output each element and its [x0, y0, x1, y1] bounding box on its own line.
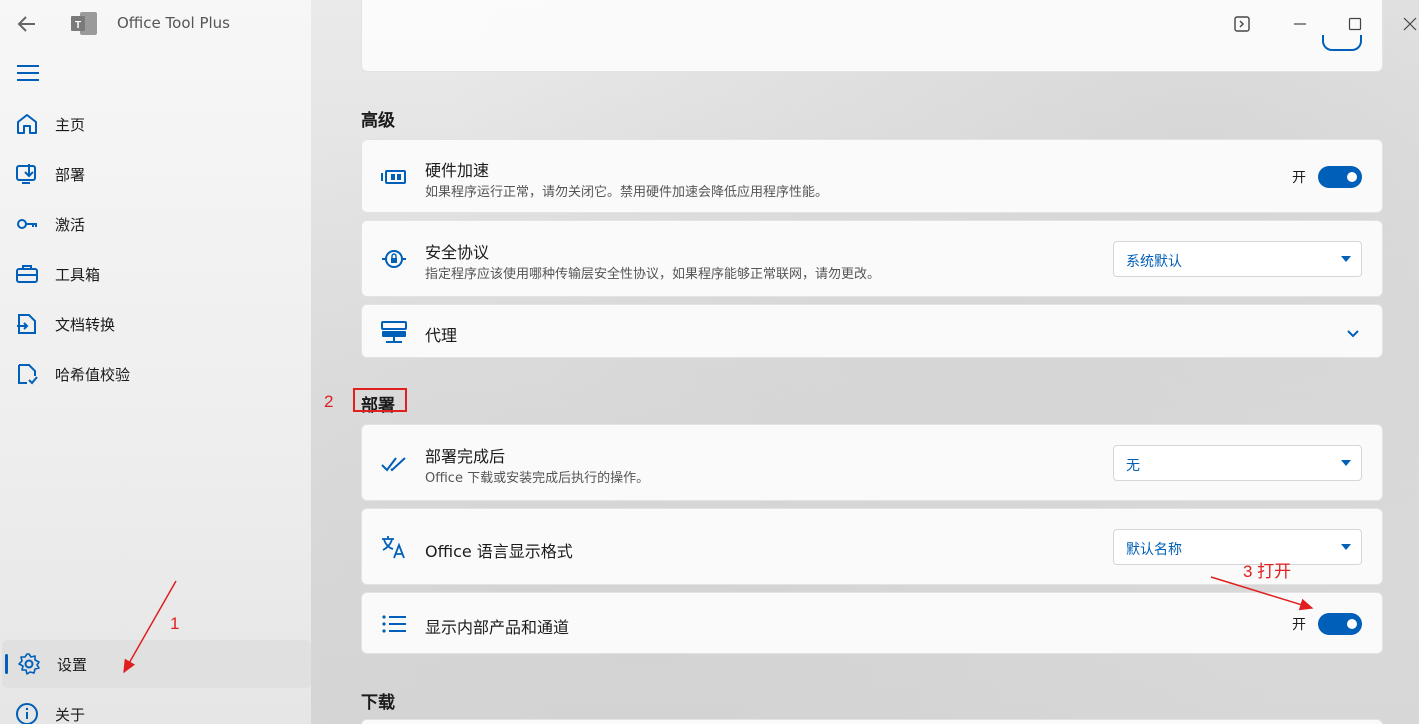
toolbox-icon [14, 261, 40, 287]
lock-shield-icon [380, 245, 408, 273]
home-icon [14, 111, 40, 137]
select-value: 系统默认 [1126, 254, 1182, 270]
card-title: 代理 [425, 326, 458, 345]
terminal-icon[interactable] [1230, 12, 1254, 36]
title-bar: T Office Tool Plus [0, 0, 1419, 48]
section-heading-download: 下载 [361, 693, 395, 713]
key-icon [14, 211, 40, 237]
section-heading-advanced: 高级 [361, 111, 395, 131]
doc-convert-icon [14, 311, 40, 337]
dropdown-arrow-icon [1341, 544, 1351, 550]
info-icon [14, 701, 40, 724]
annotation-highlight-box [353, 388, 407, 412]
partial-bottom-card [361, 719, 1383, 724]
toggle-state-label: 开 [1292, 617, 1306, 633]
svg-text:T: T [75, 20, 81, 31]
nav-item-doc-convert[interactable]: 文档转换 [0, 300, 311, 348]
dropdown-arrow-icon [1341, 256, 1351, 262]
gear-icon [16, 651, 42, 677]
nav-label: 激活 [55, 215, 86, 234]
card-proxy[interactable]: 代理 [361, 304, 1383, 358]
card-title: 显示内部产品和通道 [425, 618, 570, 637]
after-deploy-select[interactable]: 无 [1113, 445, 1362, 481]
nav-label: 文档转换 [55, 315, 116, 334]
annotation-number-3: 3 打开 [1243, 562, 1292, 581]
annotation-number-2: 2 [324, 392, 334, 411]
hamburger-menu-icon[interactable] [16, 62, 40, 84]
hardware-chip-icon [380, 163, 408, 191]
card-after-deploy: 部署完成后 Office 下载或安装完成后执行的操作。 无 [361, 424, 1383, 501]
nav-item-hash-check[interactable]: 哈希值校验 [0, 350, 311, 398]
app-logo-icon: T [70, 11, 98, 37]
security-protocol-select[interactable]: 系统默认 [1113, 241, 1362, 277]
select-value: 无 [1126, 458, 1140, 474]
card-description: 如果程序运行正常，请勿关闭它。禁用硬件加速会降低应用程序性能。 [425, 185, 829, 200]
internal-products-toggle[interactable] [1318, 613, 1362, 635]
nav-label: 工具箱 [55, 265, 101, 284]
nav-label: 部署 [55, 165, 86, 184]
nav-item-toolbox[interactable]: 工具箱 [0, 250, 311, 298]
minimize-icon[interactable] [1288, 12, 1312, 36]
card-security-protocol: 安全协议 指定程序应该使用哪种传输层安全性协议，如果程序能够正常联网，请勿更改。… [361, 220, 1383, 297]
nav-item-deploy[interactable]: 部署 [0, 150, 311, 198]
card-language-format: Office 语言显示格式 默认名称 [361, 508, 1383, 585]
translate-icon [380, 533, 408, 561]
nav-label: 哈希值校验 [55, 365, 131, 384]
chevron-down-icon[interactable] [1346, 324, 1360, 343]
maximize-icon[interactable] [1343, 12, 1367, 36]
card-description: 指定程序应该使用哪种传输层安全性协议，如果程序能够正常联网，请勿更改。 [425, 267, 881, 282]
card-description: Office 下载或安装完成后执行的操作。 [425, 471, 650, 486]
back-arrow-icon[interactable] [14, 12, 40, 36]
settings-content: 高级 硬件加速 如果程序运行正常，请勿关闭它。禁用硬件加速会降低应用程序性能。 … [311, 0, 1419, 724]
nav-item-activate[interactable]: 激活 [0, 200, 311, 248]
close-icon[interactable] [1398, 12, 1419, 36]
nav-label: 主页 [55, 115, 86, 134]
nav-label: 关于 [55, 705, 86, 724]
sidebar: 主页 部署 激活 工具箱 文档转换 哈希值校验 设置 关于 [0, 0, 311, 724]
dropdown-arrow-icon [1341, 460, 1351, 466]
nav-item-home[interactable]: 主页 [0, 100, 311, 148]
hw-toggle-group: 开 [1292, 166, 1362, 188]
language-format-select[interactable]: 默认名称 [1113, 529, 1362, 565]
card-title: 部署完成后 [425, 447, 506, 466]
card-title: 硬件加速 [425, 161, 490, 180]
select-value: 默认名称 [1126, 542, 1182, 558]
nav-label: 设置 [57, 655, 88, 674]
nav-item-settings[interactable]: 设置 [2, 640, 311, 688]
hw-acceleration-toggle[interactable] [1318, 166, 1362, 188]
deploy-icon [14, 161, 40, 187]
card-internal-products: 显示内部产品和通道 开 [361, 592, 1383, 654]
card-title: Office 语言显示格式 [425, 542, 573, 561]
card-hardware-acceleration: 硬件加速 如果程序运行正常，请勿关闭它。禁用硬件加速会降低应用程序性能。 开 [361, 139, 1383, 213]
active-indicator [5, 654, 8, 674]
nav-item-about[interactable]: 关于 [0, 690, 311, 724]
card-title: 安全协议 [425, 243, 490, 262]
list-icon [380, 610, 408, 638]
toggle-state-label: 开 [1292, 170, 1306, 186]
hash-check-icon [14, 361, 40, 387]
app-title: Office Tool Plus [117, 14, 230, 32]
network-server-icon [380, 318, 408, 346]
annotation-number-1: 1 [170, 614, 180, 633]
double-check-icon [380, 450, 408, 478]
internal-toggle-group: 开 [1292, 613, 1362, 635]
